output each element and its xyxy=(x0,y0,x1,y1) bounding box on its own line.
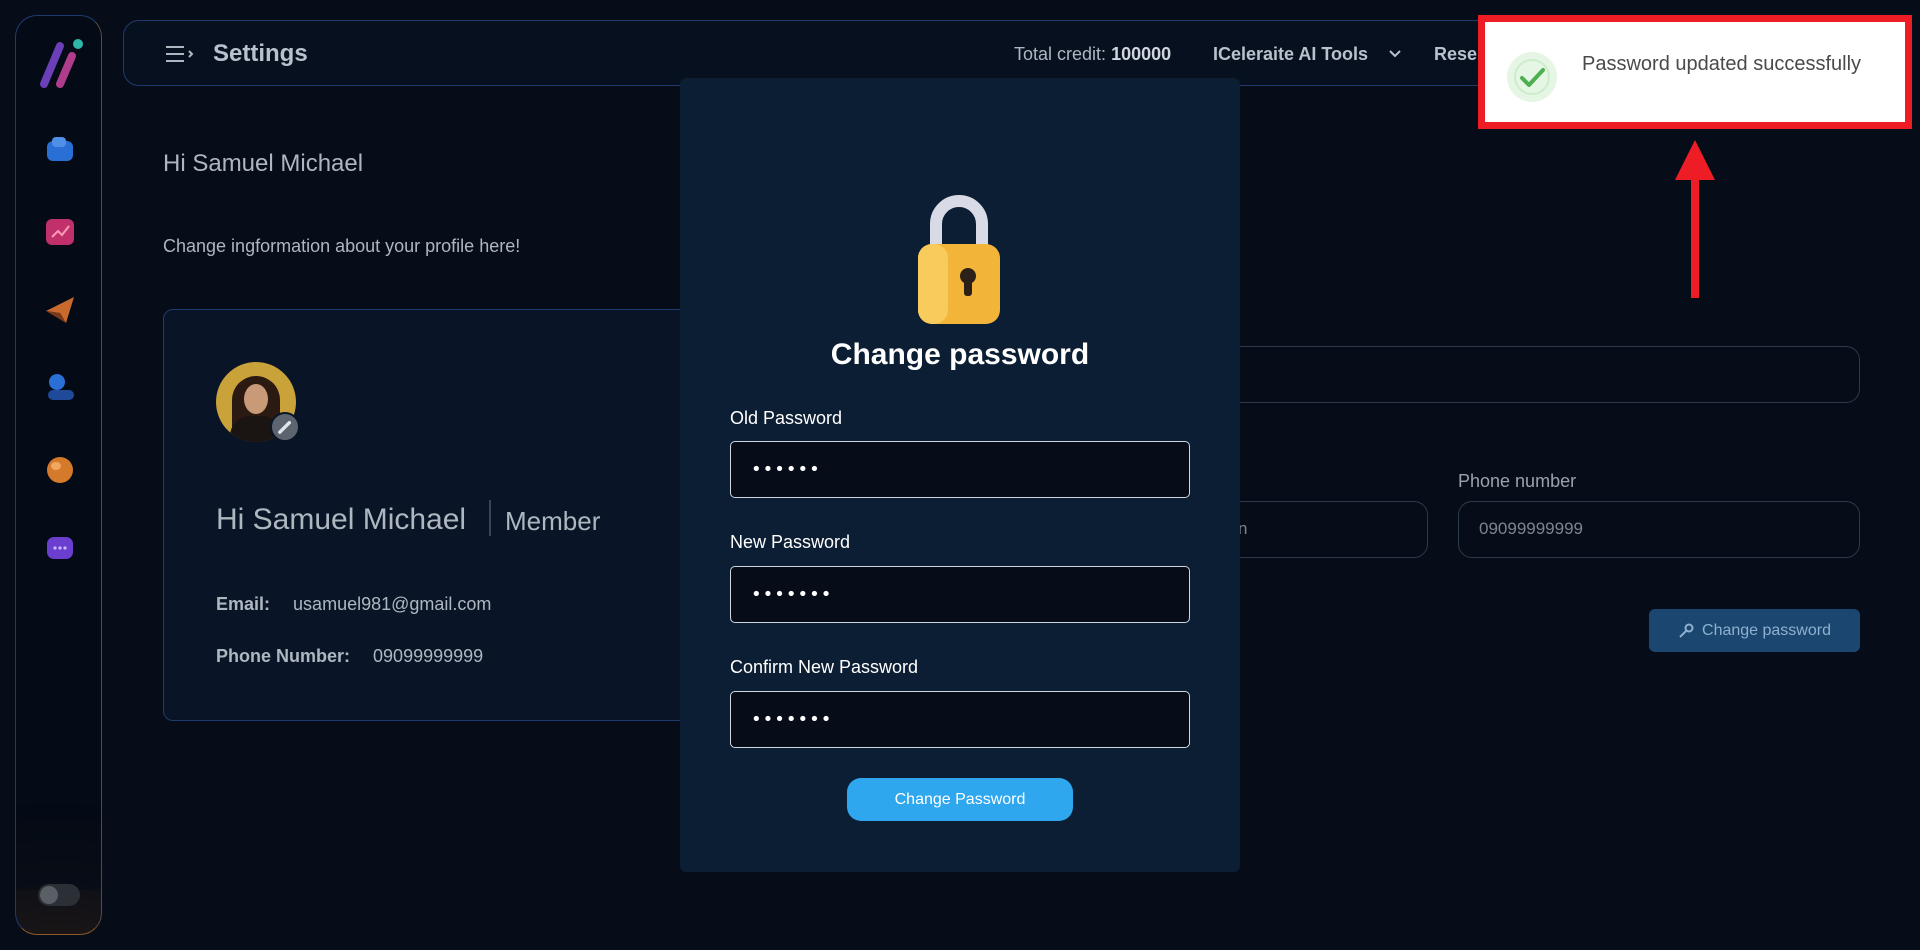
change-password-modal: Change password Old Password New Passwor… xyxy=(680,78,1240,872)
profile-email-row: Email: usamuel981@gmail.com xyxy=(216,594,491,615)
reset-link[interactable]: Rese xyxy=(1434,44,1477,65)
profile-phone-label: Phone Number: xyxy=(216,646,351,666)
page-subtext: Change ingformation about your profile h… xyxy=(163,236,521,256)
sidebar-item-chat-icon[interactable] xyxy=(42,530,78,566)
annotation-arrow-icon xyxy=(1675,140,1715,298)
theme-toggle-knob xyxy=(40,886,58,904)
menu-toggle-icon[interactable] xyxy=(164,43,196,65)
chevron-down-icon[interactable] xyxy=(1388,49,1402,59)
sidebar-item-users-icon[interactable] xyxy=(42,368,78,404)
new-password-input[interactable] xyxy=(730,566,1190,623)
profile-role: Member xyxy=(505,506,601,536)
success-toast: Password updated successfully xyxy=(1478,15,1912,129)
avatar-face xyxy=(244,384,268,414)
change-password-submit-button[interactable]: Change Password xyxy=(847,778,1073,821)
profile-name: Hi Samuel Michael xyxy=(216,503,467,536)
key-icon xyxy=(1679,623,1694,638)
app-logo[interactable] xyxy=(34,34,86,90)
total-credit: Total credit: 100000 xyxy=(1014,44,1171,65)
sidebar-item-globe-icon[interactable] xyxy=(42,452,78,488)
new-password-label: New Password xyxy=(730,532,851,552)
tools-dropdown[interactable]: ICeleraite AI Tools xyxy=(1213,44,1368,65)
profile-email-value: usamuel981@gmail.com xyxy=(293,594,492,614)
total-credit-label: Total credit: xyxy=(1014,44,1107,64)
divider xyxy=(489,500,491,536)
confirm-password-input[interactable] xyxy=(730,691,1190,748)
old-password-label: Old Password xyxy=(730,408,843,428)
profile-email-label: Email: xyxy=(216,594,271,614)
check-icon xyxy=(1507,52,1557,102)
sidebar-item-dashboard-icon[interactable] xyxy=(42,133,78,169)
old-password-input[interactable] xyxy=(730,441,1190,498)
page-title: Settings xyxy=(213,40,308,67)
profile-phone-value: 09099999999 xyxy=(373,646,484,666)
profile-card: Hi Samuel Michael Member Email: usamuel9… xyxy=(163,309,723,721)
page-greeting: Hi Samuel Michael xyxy=(163,150,364,177)
edit-avatar-icon[interactable] xyxy=(270,412,300,442)
phone-number-label: Phone number xyxy=(1458,471,1577,491)
name-input[interactable] xyxy=(1180,346,1860,403)
phone-number-value: 09099999999 xyxy=(1479,519,1584,538)
lock-icon xyxy=(918,195,1000,324)
theme-toggle[interactable] xyxy=(38,884,80,906)
sidebar-item-analytics-icon[interactable] xyxy=(42,213,78,249)
profile-phone-row: Phone Number: 09099999999 xyxy=(216,646,483,667)
open-change-password-button[interactable]: Change password xyxy=(1649,609,1860,652)
open-change-password-label: Change password xyxy=(1702,621,1831,639)
sidebar xyxy=(15,15,102,935)
confirm-password-label: Confirm New Password xyxy=(730,657,919,677)
toast-message: Password updated successfully xyxy=(1582,53,1862,75)
total-credit-value: 100000 xyxy=(1111,44,1172,64)
app-root: Settings Total credit: 100000 ICeleraite… xyxy=(0,0,1920,950)
sidebar-item-send-icon[interactable] xyxy=(42,291,78,327)
modal-title: Change password xyxy=(830,338,1090,371)
